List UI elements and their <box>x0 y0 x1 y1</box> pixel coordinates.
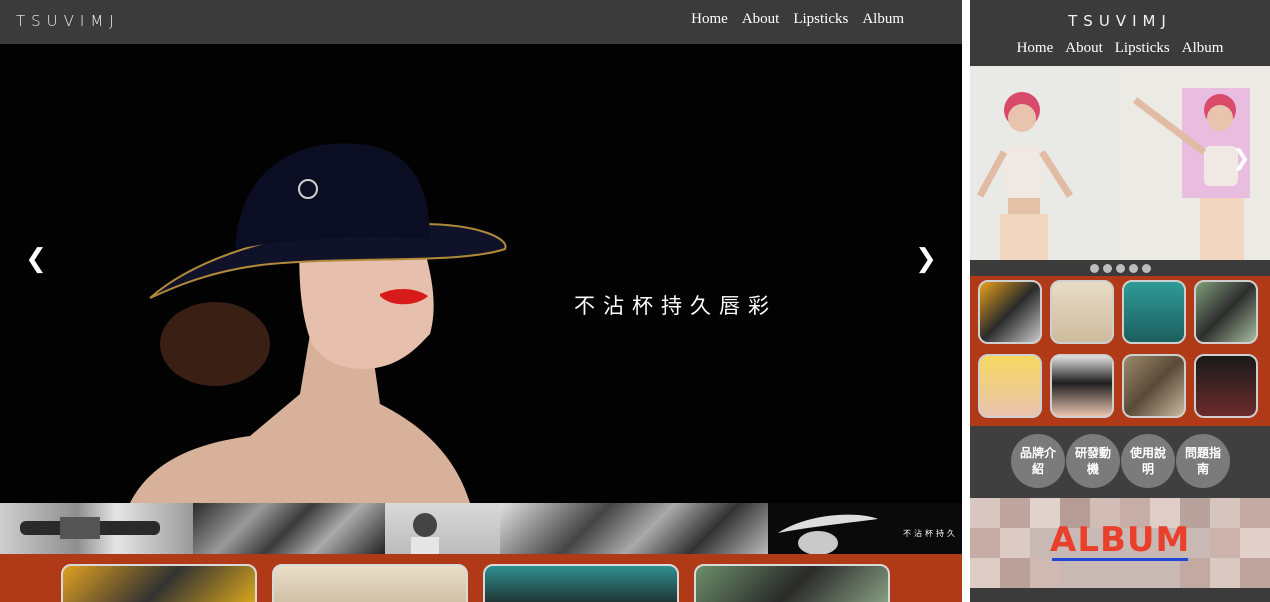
nav-lipsticks-link[interactable]: Lipsticks <box>793 11 848 28</box>
strip-thumb-portrait[interactable] <box>385 503 500 554</box>
usage-guide-button[interactable]: 使用說明 <box>1121 434 1175 488</box>
mobile-nav-home-link[interactable]: Home <box>1017 40 1054 57</box>
site-header: TSUVIMJ Home About Lipsticks Album <box>0 0 962 44</box>
carousel-dot[interactable] <box>1128 263 1138 273</box>
main-nav: Home About Lipsticks Album <box>691 11 904 28</box>
mobile-slide-image <box>970 66 1270 260</box>
hero-carousel: ❮ ❯ 不沾杯持久唇彩 <box>0 44 962 503</box>
carousel-dots <box>970 260 1270 276</box>
mobile-nav-album-link[interactable]: Album <box>1182 40 1224 57</box>
nav-album-link[interactable]: Album <box>862 11 904 28</box>
mobile-carousel-next-button[interactable]: ❯ <box>1232 146 1250 171</box>
mobile-nav-about-link[interactable]: About <box>1065 40 1103 57</box>
mobile-view: TSUVIMJ Home About Lipsticks Album ❯ 品牌介… <box>970 0 1270 602</box>
rd-motivation-button[interactable]: 研發動機 <box>1066 434 1120 488</box>
album-underline <box>1052 558 1188 561</box>
gallery-tile-7[interactable] <box>1122 354 1186 418</box>
mobile-nav: Home About Lipsticks Album <box>970 40 1270 57</box>
chevron-right-icon: ❯ <box>1232 146 1251 171</box>
carousel-dot[interactable] <box>1115 263 1125 273</box>
hero-model-image <box>0 44 962 503</box>
brand-intro-button[interactable]: 品牌介紹 <box>1011 434 1065 488</box>
product-card-4[interactable] <box>694 564 890 602</box>
desktop-view: TSUVIMJ Home About Lipsticks Album ❮ ❯ 不… <box>0 0 962 602</box>
product-card-3[interactable] <box>483 564 679 602</box>
gallery-tile-8[interactable] <box>1194 354 1258 418</box>
nav-about-link[interactable]: About <box>742 11 780 28</box>
gallery-tile-5[interactable] <box>978 354 1042 418</box>
mobile-footer-bar <box>970 588 1270 602</box>
hero-next-button[interactable]: ❯ <box>911 244 941 274</box>
product-card-2[interactable] <box>272 564 468 602</box>
strip-thumb-lipstick[interactable] <box>0 503 193 554</box>
hero-tagline: 不沾杯持久唇彩 <box>574 294 777 318</box>
thumbnail-strip: 不沾杯持久 <box>0 503 962 554</box>
strip-tagline: 不沾杯持久 <box>903 529 958 538</box>
chevron-right-icon: ❯ <box>915 244 937 274</box>
mobile-carousel: ❯ <box>970 66 1270 260</box>
mobile-gallery-grid <box>970 276 1270 426</box>
carousel-dot[interactable] <box>1089 263 1099 273</box>
chevron-left-icon: ❮ <box>25 244 47 274</box>
gallery-tile-3[interactable] <box>1122 280 1186 344</box>
strip-thumb-plants[interactable] <box>500 503 768 554</box>
nav-home-link[interactable]: Home <box>691 11 728 28</box>
album-banner[interactable]: ALBUM <box>970 498 1270 588</box>
faq-button[interactable]: 問題指南 <box>1176 434 1230 488</box>
portrait-image <box>411 513 439 554</box>
strip-thumb-leaves[interactable] <box>193 503 385 554</box>
brand-logo[interactable]: TSUVIMJ <box>16 12 120 30</box>
lipstick-image <box>20 517 160 539</box>
gallery-tile-6[interactable] <box>1050 354 1114 418</box>
hero-prev-button[interactable]: ❮ <box>21 244 51 274</box>
gallery-tile-2[interactable] <box>1050 280 1114 344</box>
carousel-dot[interactable] <box>1102 263 1112 273</box>
album-title: ALBUM <box>1050 520 1191 560</box>
info-circles: 品牌介紹 研發動機 使用說明 問題指南 <box>970 426 1270 498</box>
mobile-nav-lipsticks-link[interactable]: Lipsticks <box>1115 40 1170 57</box>
product-cards-section <box>0 554 962 602</box>
product-card-1[interactable] <box>61 564 257 602</box>
mobile-header: TSUVIMJ Home About Lipsticks Album <box>970 0 1270 66</box>
strip-thumb-hat[interactable]: 不沾杯持久 <box>768 503 962 554</box>
gallery-tile-4[interactable] <box>1194 280 1258 344</box>
carousel-dot[interactable] <box>1141 263 1151 273</box>
mobile-brand-logo[interactable]: TSUVIMJ <box>970 12 1270 30</box>
gallery-tile-1[interactable] <box>978 280 1042 344</box>
